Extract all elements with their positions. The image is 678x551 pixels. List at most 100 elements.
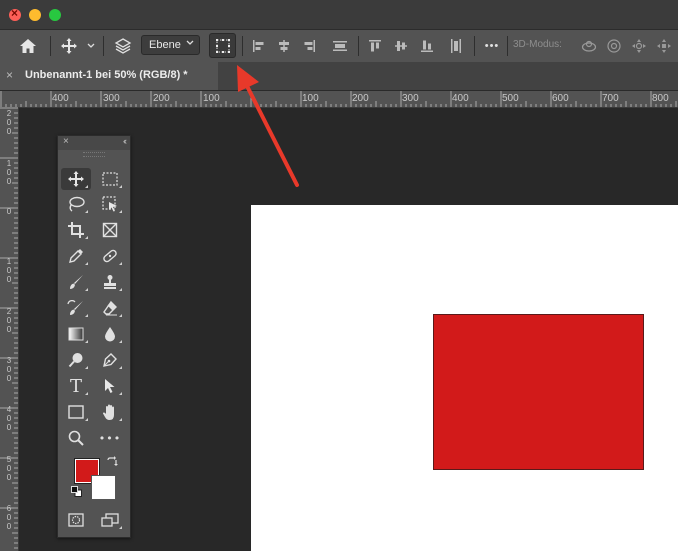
align-right-button[interactable] <box>298 30 320 62</box>
home-button[interactable] <box>14 30 42 62</box>
blur-tool[interactable] <box>95 323 125 345</box>
tool-group-indicator <box>119 392 122 395</box>
align-top-button[interactable] <box>364 30 386 62</box>
maximize-window-button[interactable] <box>49 9 61 21</box>
tool-group-indicator <box>85 418 88 421</box>
layer-select-dropdown[interactable]: Ebene <box>141 35 200 55</box>
align-bottom-button[interactable] <box>416 30 438 62</box>
align-left-button[interactable] <box>248 30 270 62</box>
history-brush-tool[interactable] <box>61 297 91 319</box>
distribute-vertical-icon <box>451 39 461 53</box>
separator <box>242 36 243 56</box>
background-color-swatch[interactable] <box>91 475 116 500</box>
object-selection-tool[interactable] <box>95 193 125 215</box>
tool-group-indicator <box>119 210 122 213</box>
document-tab[interactable]: × Unbenannt-1 bei 50% (RGB/8) * <box>0 62 218 90</box>
clone-stamp-tool[interactable] <box>95 271 125 293</box>
spot-healing-brush-tool[interactable] <box>95 245 125 267</box>
3d-slide-button[interactable] <box>653 30 675 62</box>
red-rectangle-layer[interactable] <box>433 314 644 470</box>
ruler-label: 100 <box>6 159 12 186</box>
3d-roll-button[interactable] <box>603 30 625 62</box>
auto-select-button[interactable] <box>110 30 136 62</box>
quick-mask-icon <box>68 513 84 527</box>
crop-tool[interactable] <box>61 219 91 241</box>
ruler-label: 0 <box>6 207 12 216</box>
tool-group-indicator <box>119 366 122 369</box>
minimize-window-button[interactable] <box>29 9 41 21</box>
edit-toolbar-button[interactable]: ••• <box>95 427 125 449</box>
type-icon: T <box>69 375 82 397</box>
tool-group-indicator <box>85 366 88 369</box>
tool-group-indicator <box>85 262 88 265</box>
ruler-label: 200 <box>352 93 369 104</box>
default-colors-icon[interactable] <box>71 486 82 497</box>
lasso-tool[interactable] <box>61 193 91 215</box>
screen-mode-button[interactable] <box>95 509 125 531</box>
path-selection-tool[interactable] <box>95 375 125 397</box>
brush-tool[interactable] <box>61 271 91 293</box>
3d-roll-icon <box>607 39 621 53</box>
history-brush-icon <box>67 300 83 315</box>
move-tool-preset-button[interactable] <box>56 30 82 62</box>
rectangle-tool[interactable] <box>61 401 91 423</box>
close-panel-button[interactable]: × <box>63 136 69 147</box>
separator <box>507 36 508 56</box>
tool-group-indicator <box>119 314 122 317</box>
zoom-tool[interactable] <box>61 427 91 449</box>
tool-group-indicator <box>85 210 88 213</box>
3d-orbit-button[interactable] <box>578 30 600 62</box>
pen-tool[interactable] <box>95 349 125 371</box>
collapse-panel-button[interactable]: ‹‹ <box>123 136 127 146</box>
eyedropper-tool[interactable] <box>61 245 91 267</box>
tool-preset-dropdown[interactable] <box>84 30 98 62</box>
align-left-icon <box>253 40 264 52</box>
3d-mode-label: 3D-Modus: <box>513 39 562 50</box>
tool-group-indicator <box>119 418 122 421</box>
tool-group-indicator <box>85 236 88 239</box>
distribute-vertical-button[interactable] <box>445 30 467 62</box>
cursor-arrow-icon <box>105 379 115 393</box>
show-transform-controls-button[interactable] <box>209 33 236 58</box>
separator <box>358 36 359 56</box>
close-tab-button[interactable]: × <box>6 68 13 82</box>
move-tool[interactable] <box>61 168 91 190</box>
type-tool[interactable]: T <box>61 375 91 397</box>
tool-group-indicator <box>85 185 88 188</box>
stamp-icon <box>104 275 116 289</box>
frame-tool[interactable] <box>95 219 125 241</box>
crop-icon <box>68 222 84 238</box>
object-selection-icon <box>102 196 117 212</box>
distribute-horizontal-button[interactable] <box>328 30 352 62</box>
ruler-label: 100 <box>203 93 220 104</box>
hand-tool[interactable] <box>95 401 125 423</box>
gradient-tool[interactable] <box>61 323 91 345</box>
ruler-label: 500 <box>6 455 12 482</box>
pen-icon <box>103 353 117 367</box>
swap-colors-icon[interactable] <box>106 456 118 468</box>
tools-panel-header[interactable]: × ‹‹ <box>58 136 130 150</box>
eraser-icon <box>103 300 117 316</box>
bandage-icon <box>103 249 117 263</box>
frame-icon <box>102 222 118 238</box>
vertical-ruler[interactable]: 200 100 0 100 200 300 400 500 600 <box>0 107 19 551</box>
align-bottom-icon <box>421 40 433 52</box>
document-tab-bar: × Unbenannt-1 bei 50% (RGB/8) * <box>0 62 678 91</box>
ruler-label: 300 <box>103 93 120 104</box>
align-horizontal-center-button[interactable] <box>273 30 295 62</box>
dodge-tool[interactable] <box>61 349 91 371</box>
3d-pan-button[interactable] <box>628 30 650 62</box>
panel-grip[interactable] <box>83 152 105 157</box>
eraser-tool[interactable] <box>95 297 125 319</box>
quick-mask-button[interactable] <box>61 509 91 531</box>
rectangular-marquee-tool[interactable] <box>95 168 125 190</box>
more-options-button[interactable]: ••• <box>480 30 504 62</box>
ruler-label: 300 <box>6 356 12 383</box>
align-center-icon <box>279 40 289 52</box>
close-window-button[interactable] <box>9 6 21 21</box>
document-tab-title: Unbenannt-1 bei 50% (RGB/8) * <box>25 69 188 81</box>
align-middle-icon <box>395 41 407 51</box>
move-icon <box>61 38 77 54</box>
align-vertical-center-button[interactable] <box>390 30 412 62</box>
horizontal-ruler[interactable]: 400 300 200 100 100 200 300 400 500 600 … <box>0 91 678 108</box>
